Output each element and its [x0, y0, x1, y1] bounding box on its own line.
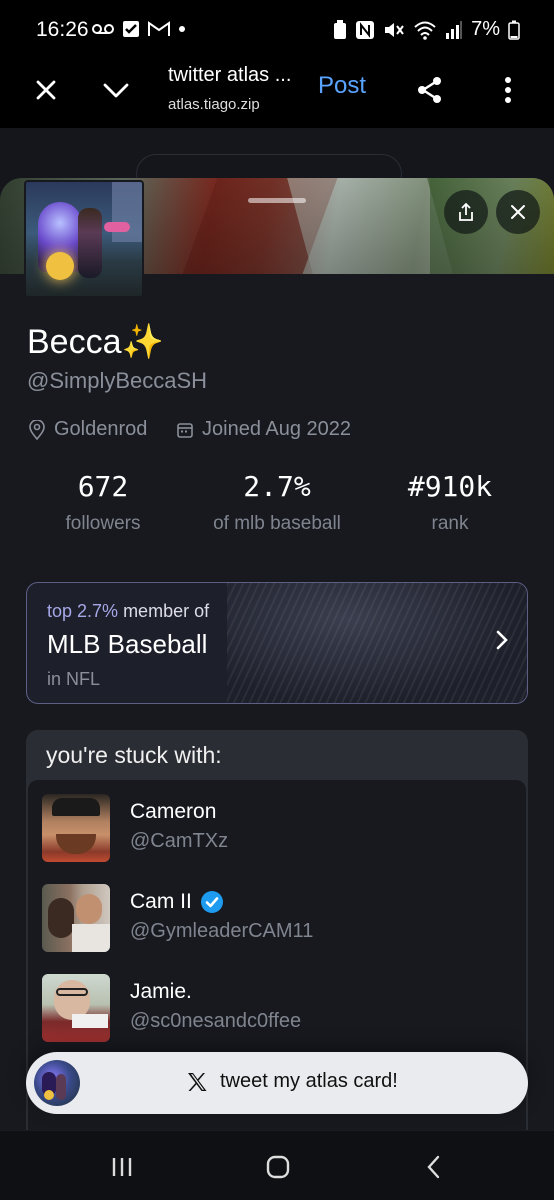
- signal-icon: [445, 20, 463, 39]
- profile-name: Becca✨: [27, 323, 164, 361]
- recents-icon: [112, 1158, 132, 1176]
- stat-value: 2.7%: [243, 470, 311, 503]
- back-icon: [427, 1155, 440, 1179]
- mute-icon: [383, 20, 405, 40]
- chevron-right-icon: [496, 630, 508, 650]
- profile-handle: @SimplyBeccaSH: [27, 368, 208, 393]
- community-top-percent: top 2.7%: [47, 601, 119, 621]
- status-bar: 16:26 7%: [0, 0, 554, 60]
- more-vertical-icon: [505, 77, 511, 103]
- dot-icon: [178, 25, 186, 33]
- community-parent: in NFL: [47, 669, 101, 689]
- location-pin-icon: [29, 419, 45, 440]
- joined-text: Joined Aug 2022: [202, 418, 352, 440]
- chevron-down-icon: [103, 83, 129, 98]
- profile-joined: Joined Aug 2022: [176, 418, 351, 441]
- community-name: MLB Baseball: [47, 629, 208, 659]
- avatar: [42, 794, 110, 862]
- status-system-icons: 7%: [333, 18, 520, 41]
- wifi-icon: [413, 20, 437, 40]
- stat-label: of mlb baseball: [213, 513, 341, 534]
- person-name: Cam II: [130, 890, 192, 913]
- browser-toolbar: twitter atlas ... atlas.tiago.zip Post: [0, 60, 554, 128]
- community-member-of: member of: [118, 601, 210, 621]
- avatar: [42, 974, 110, 1042]
- avatar: [34, 1060, 80, 1106]
- home-icon: [266, 1155, 290, 1179]
- location-text: Goldenrod: [54, 418, 148, 440]
- profile-sheet: Becca✨ @SimplyBeccaSH Goldenrod Joined A…: [0, 178, 554, 1130]
- avatar: [42, 884, 110, 952]
- person-handle: @sc0nesandc0ffee: [130, 1010, 302, 1032]
- status-time: 16:26: [36, 18, 89, 41]
- system-nav-bar: [0, 1130, 554, 1200]
- profile-avatar: [24, 180, 144, 298]
- home-button[interactable]: [258, 1149, 298, 1185]
- minimize-tab-button[interactable]: [96, 70, 136, 110]
- nfc-icon: [355, 20, 375, 40]
- profile-location: Goldenrod: [28, 418, 147, 441]
- share-upload-icon: [459, 202, 473, 221]
- check-box-icon: [122, 20, 140, 38]
- back-button[interactable]: [414, 1149, 454, 1185]
- share-icon: [418, 77, 441, 103]
- list-item[interactable]: Cam II @GymleaderCAM11: [42, 884, 512, 956]
- tweet-button-label: tweet my atlas card!: [220, 1070, 398, 1092]
- share-card-button[interactable]: [444, 190, 488, 234]
- status-notification-icons: [92, 20, 186, 38]
- voicemail-icon: [92, 22, 114, 36]
- sheet-drag-handle[interactable]: [248, 198, 306, 203]
- tweet-card-button[interactable]: tweet my atlas card!: [26, 1052, 528, 1114]
- more-options-button[interactable]: [488, 70, 528, 110]
- person-handle: @GymleaderCAM11: [130, 920, 314, 942]
- close-icon: [36, 80, 56, 100]
- stat-followers: 672 followers: [13, 470, 193, 535]
- x-logo-icon: [188, 1072, 207, 1091]
- stat-rank: #910k rank: [360, 470, 540, 535]
- stat-label: followers: [65, 513, 141, 534]
- verified-badge-icon: [200, 891, 223, 913]
- share-page-button[interactable]: [410, 70, 450, 110]
- stat-value: 672: [77, 470, 129, 503]
- battery-saver-icon: [333, 19, 347, 40]
- community-card[interactable]: top 2.7% member of MLB Baseball in NFL: [26, 582, 528, 704]
- page-url: atlas.tiago.zip: [168, 96, 260, 113]
- post-link[interactable]: Post: [318, 72, 366, 100]
- stat-value: #910k: [407, 470, 493, 503]
- close-sheet-button[interactable]: [496, 190, 540, 234]
- battery-icon: [508, 20, 520, 40]
- close-tab-button[interactable]: [26, 70, 66, 110]
- recent-apps-button[interactable]: [102, 1149, 142, 1185]
- battery-percent: 7%: [471, 18, 500, 40]
- stat-label: rank: [431, 513, 469, 534]
- person-name: Jamie.: [130, 980, 192, 1003]
- community-rank-line: top 2.7% member of: [47, 601, 209, 622]
- stuck-with-header: you're stuck with:: [46, 742, 222, 768]
- calendar-icon: [177, 422, 193, 438]
- stat-percentile: 2.7% of mlb baseball: [187, 470, 367, 535]
- list-item[interactable]: Cameron @CamTXz: [42, 794, 512, 866]
- gmail-icon: [148, 21, 170, 37]
- person-name: Cameron: [130, 800, 217, 823]
- page-title: twitter atlas ...: [168, 64, 292, 86]
- list-item[interactable]: Jamie. @sc0nesandc0ffee: [42, 974, 512, 1046]
- close-icon: [511, 205, 525, 219]
- person-handle: @CamTXz: [130, 830, 229, 852]
